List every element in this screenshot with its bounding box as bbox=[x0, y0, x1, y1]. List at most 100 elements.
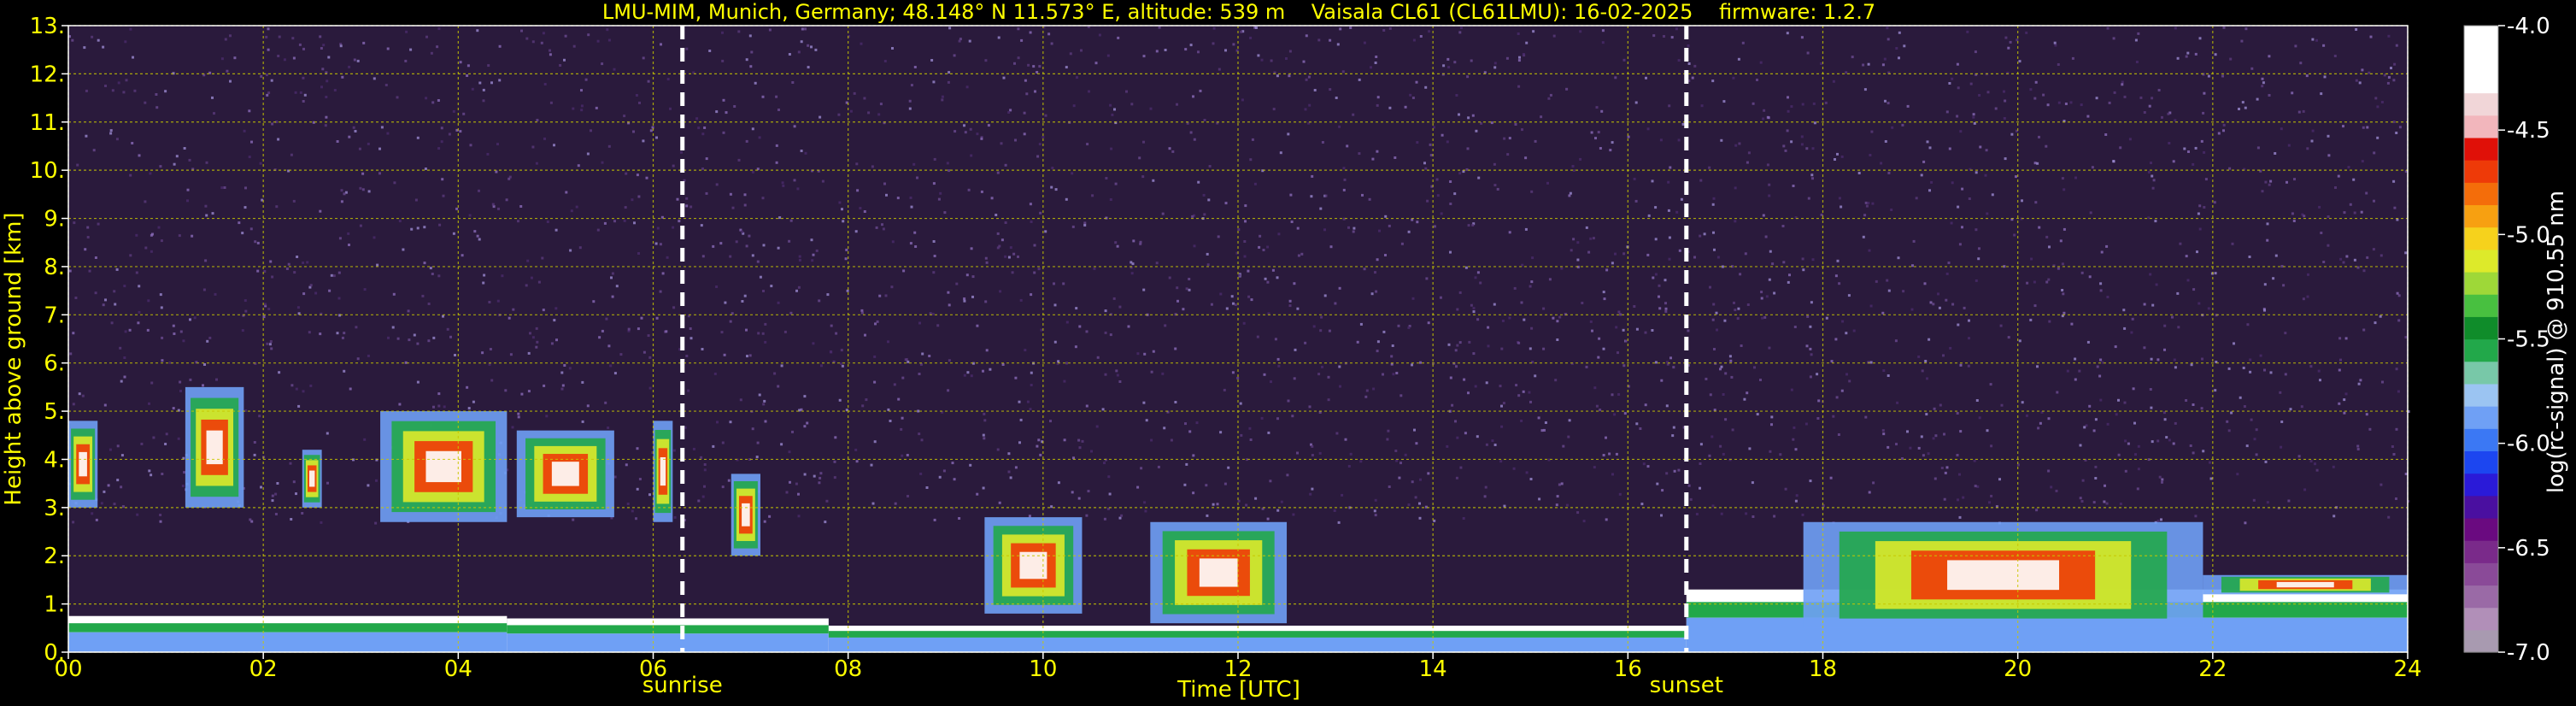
noise-speck bbox=[135, 271, 138, 274]
noise-speck bbox=[1793, 426, 1796, 429]
noise-speck bbox=[1499, 385, 1502, 388]
noise-speck bbox=[146, 328, 150, 332]
noise-speck bbox=[1611, 473, 1614, 476]
x-tick-label: 08 bbox=[834, 656, 862, 682]
noise-speck bbox=[958, 517, 961, 520]
noise-speck bbox=[1349, 452, 1353, 456]
noise-speck bbox=[2322, 44, 2326, 47]
noise-speck bbox=[2230, 411, 2233, 415]
noise-speck bbox=[1508, 137, 1511, 140]
noise-speck bbox=[1593, 466, 1596, 469]
noise-speck bbox=[965, 85, 969, 89]
noise-speck bbox=[1724, 372, 1728, 375]
noise-speck bbox=[885, 193, 888, 197]
noise-speck bbox=[114, 303, 117, 306]
noise-speck bbox=[1057, 481, 1060, 485]
noise-speck bbox=[930, 59, 934, 62]
noise-speck bbox=[814, 48, 818, 51]
noise-speck bbox=[138, 154, 141, 157]
noise-speck bbox=[1693, 256, 1696, 259]
noise-speck bbox=[1614, 76, 1617, 79]
noise-speck bbox=[1568, 419, 1571, 422]
noise-speck bbox=[1664, 307, 1668, 310]
noise-speck bbox=[1753, 366, 1756, 369]
noise-speck bbox=[1975, 279, 1978, 282]
noise-speck bbox=[549, 101, 553, 104]
noise-speck bbox=[2349, 203, 2352, 206]
noise-speck bbox=[1800, 36, 1804, 39]
noise-speck bbox=[1036, 71, 1039, 74]
noise-speck bbox=[2047, 469, 2051, 473]
noise-speck bbox=[292, 199, 296, 203]
noise-speck bbox=[2063, 311, 2066, 315]
y-tick-label: 9. bbox=[44, 207, 65, 232]
noise-speck bbox=[1174, 401, 1177, 403]
noise-speck bbox=[1458, 31, 1462, 34]
noise-speck bbox=[2149, 273, 2152, 276]
noise-speck bbox=[768, 515, 772, 518]
noise-speck bbox=[575, 205, 578, 209]
noise-speck bbox=[2339, 358, 2342, 362]
noise-speck bbox=[2048, 320, 2051, 323]
noise-speck bbox=[179, 330, 183, 333]
noise-speck bbox=[267, 48, 270, 51]
cloud-layer bbox=[425, 450, 461, 483]
noise-speck bbox=[425, 97, 428, 100]
noise-speck bbox=[778, 216, 782, 220]
noise-speck bbox=[1617, 393, 1621, 396]
noise-speck bbox=[1078, 446, 1082, 450]
noise-speck bbox=[1977, 257, 1980, 261]
noise-speck bbox=[1957, 86, 1960, 90]
x-tick-label: 02 bbox=[249, 656, 278, 682]
noise-speck bbox=[1081, 439, 1084, 443]
noise-speck bbox=[1743, 397, 1746, 401]
noise-speck bbox=[325, 96, 328, 98]
noise-speck bbox=[604, 401, 607, 404]
noise-speck bbox=[2395, 44, 2398, 47]
noise-speck bbox=[1105, 177, 1108, 179]
noise-speck bbox=[391, 326, 395, 329]
noise-speck bbox=[1168, 276, 1171, 279]
noise-speck bbox=[2151, 440, 2154, 444]
noise-speck bbox=[2161, 478, 2164, 481]
noise-speck bbox=[611, 295, 614, 298]
noise-speck bbox=[1376, 340, 1380, 344]
noise-speck bbox=[2018, 60, 2021, 63]
noise-speck bbox=[1398, 476, 1401, 479]
noise-speck bbox=[1712, 231, 1715, 234]
noise-speck bbox=[1471, 114, 1475, 117]
noise-speck bbox=[948, 169, 951, 173]
noise-speck bbox=[941, 98, 944, 102]
noise-speck bbox=[2202, 450, 2205, 453]
noise-speck bbox=[256, 241, 260, 244]
noise-speck bbox=[655, 316, 659, 320]
noise-speck bbox=[396, 337, 400, 340]
noise-speck bbox=[1009, 246, 1012, 250]
noise-speck bbox=[423, 226, 426, 229]
noise-speck bbox=[1424, 85, 1428, 89]
noise-speck bbox=[459, 61, 462, 64]
noise-speck bbox=[807, 66, 810, 69]
noise-speck bbox=[1794, 448, 1798, 451]
noise-speck bbox=[603, 221, 607, 225]
noise-speck bbox=[1244, 204, 1247, 208]
noise-speck bbox=[1152, 179, 1155, 182]
noise-speck bbox=[2194, 515, 2198, 518]
noise-speck bbox=[264, 303, 267, 306]
noise-speck bbox=[129, 27, 132, 31]
noise-speck bbox=[2094, 465, 2098, 468]
noise-speck bbox=[577, 164, 580, 168]
noise-speck bbox=[1334, 302, 1337, 305]
noise-speck bbox=[1098, 33, 1101, 37]
noise-speck bbox=[833, 476, 836, 479]
noise-speck bbox=[1647, 214, 1651, 217]
noise-speck bbox=[2213, 201, 2216, 204]
noise-speck bbox=[1279, 151, 1282, 155]
noise-speck bbox=[2143, 303, 2146, 306]
noise-speck bbox=[721, 441, 725, 444]
noise-speck bbox=[1047, 32, 1051, 36]
noise-speck bbox=[697, 126, 701, 130]
noise-speck bbox=[951, 462, 954, 465]
noise-speck bbox=[109, 132, 113, 135]
noise-speck bbox=[676, 197, 679, 201]
